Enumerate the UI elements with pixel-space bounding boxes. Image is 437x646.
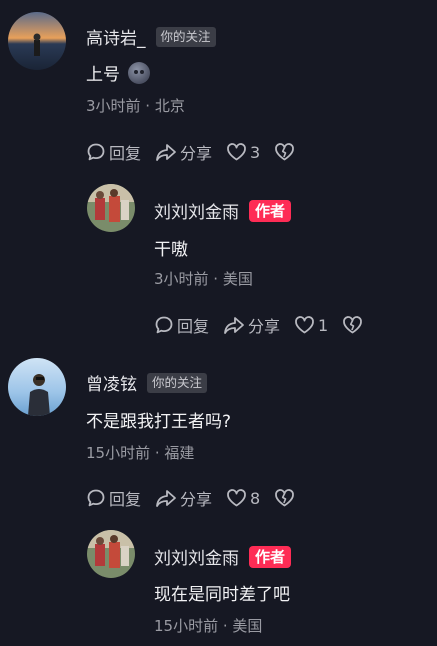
comment-item: 高诗岩_ 你的关注 上号 3小时前 · 北京 回复 分享 3 bbox=[0, 0, 437, 180]
share-label: 分享 bbox=[180, 144, 213, 163]
author-badge: 作者 bbox=[249, 199, 292, 222]
share-button[interactable]: 分享 bbox=[155, 486, 212, 510]
dislike-button[interactable] bbox=[342, 315, 363, 335]
comment-bubble-icon bbox=[87, 143, 105, 161]
avatar[interactable] bbox=[87, 530, 135, 578]
comment-text-content: 干嗷 bbox=[154, 240, 188, 260]
avatar[interactable] bbox=[8, 358, 66, 416]
reply-label: 回复 bbox=[109, 490, 142, 509]
broken-heart-icon bbox=[275, 489, 295, 507]
avatar[interactable] bbox=[8, 12, 66, 70]
like-count: 3 bbox=[250, 142, 261, 162]
share-button[interactable]: 分享 bbox=[155, 140, 212, 164]
comment-meta: 15小时前 · 美国 bbox=[154, 617, 263, 635]
comment-meta: 15小时前 · 福建 bbox=[86, 444, 195, 462]
comment-item: 曾凌铉 你的关注 不是跟我打王者吗? 15小时前 · 福建 回复 分享 8 bbox=[0, 350, 437, 525]
reply-item: 刘刘刘金雨 作者 现在是同时差了吧 15小时前 · 美国 bbox=[0, 525, 437, 646]
author-badge: 作者 bbox=[249, 545, 292, 568]
like-button[interactable]: 3 bbox=[226, 142, 260, 162]
comment-text-content: 不是跟我打王者吗? bbox=[86, 412, 232, 432]
like-count: 8 bbox=[250, 488, 261, 508]
like-button[interactable]: 1 bbox=[294, 315, 328, 335]
username[interactable]: 刘刘刘金雨 bbox=[154, 198, 239, 223]
dislike-button[interactable] bbox=[274, 488, 295, 508]
share-arrow-icon bbox=[156, 144, 176, 161]
username[interactable]: 高诗岩_ bbox=[86, 24, 146, 49]
comment-text: 现在是同时差了吧 bbox=[154, 580, 290, 605]
share-arrow-icon bbox=[156, 490, 176, 507]
username[interactable]: 刘刘刘金雨 bbox=[154, 544, 239, 569]
like-count: 1 bbox=[318, 315, 329, 335]
reply-label: 回复 bbox=[177, 317, 210, 336]
reply-button[interactable]: 回复 bbox=[86, 140, 141, 164]
heart-icon bbox=[227, 143, 246, 161]
share-label: 分享 bbox=[248, 317, 281, 336]
comment-meta: 3小时前 · 北京 bbox=[86, 97, 185, 115]
share-button[interactable]: 分享 bbox=[223, 313, 280, 337]
moon-face-emoji-icon bbox=[128, 61, 150, 84]
following-badge: 你的关注 bbox=[155, 26, 216, 47]
comment-text-content: 现在是同时差了吧 bbox=[154, 585, 290, 605]
comment-text-content: 上号 bbox=[86, 65, 120, 85]
comment-text: 不是跟我打王者吗? bbox=[86, 407, 231, 432]
reply-button[interactable]: 回复 bbox=[86, 486, 141, 510]
dislike-button[interactable] bbox=[274, 142, 295, 162]
avatar[interactable] bbox=[87, 184, 135, 232]
comment-text: 干嗷 bbox=[154, 235, 188, 260]
share-arrow-icon bbox=[224, 317, 244, 334]
reply-button[interactable]: 回复 bbox=[154, 313, 209, 337]
broken-heart-icon bbox=[343, 316, 363, 334]
reply-label: 回复 bbox=[109, 144, 142, 163]
comment-meta: 3小时前 · 美国 bbox=[154, 270, 253, 288]
like-button[interactable]: 8 bbox=[226, 488, 260, 508]
heart-icon bbox=[295, 316, 314, 334]
comment-bubble-icon bbox=[87, 489, 105, 507]
comment-bubble-icon bbox=[155, 316, 173, 334]
following-badge: 你的关注 bbox=[147, 372, 208, 393]
heart-icon bbox=[227, 489, 246, 507]
share-label: 分享 bbox=[180, 490, 213, 509]
broken-heart-icon bbox=[275, 143, 295, 161]
reply-item: 刘刘刘金雨 作者 干嗷 3小时前 · 美国 回复 分享 1 bbox=[0, 180, 437, 350]
comment-text: 上号 bbox=[86, 60, 150, 85]
username[interactable]: 曾凌铉 bbox=[86, 370, 137, 395]
